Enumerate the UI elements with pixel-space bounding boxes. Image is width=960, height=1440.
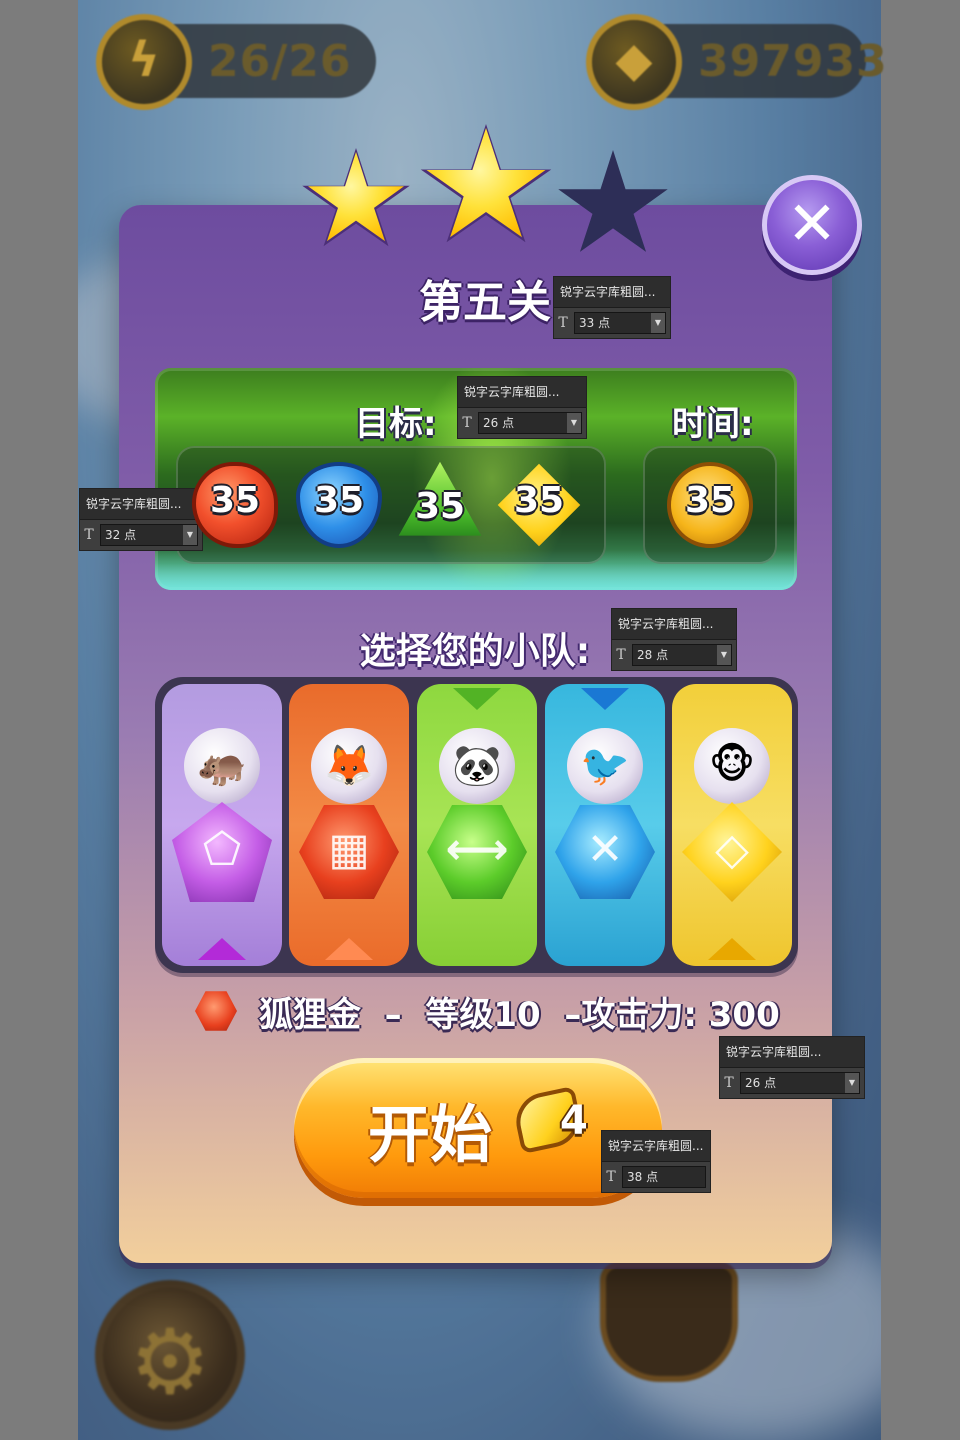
selected-pet-stats: 狐狸金 – 等级10 –攻击力: 300 (259, 994, 780, 1035)
cross-arrows-gem-icon: ✕ (555, 802, 655, 902)
font-tooltip: 锐字云字库粗圆... T 26 点 ▼ (719, 1036, 865, 1099)
goal-red-gem: 35 (192, 462, 278, 548)
goal-green-gem: 35 (397, 460, 483, 546)
dropdown-arrow-icon[interactable]: ▼ (567, 413, 581, 433)
text-tool-icon: T (724, 1075, 734, 1091)
font-tooltip: 锐字云字库粗圆... T 38 点 (601, 1130, 711, 1193)
text-tool-icon: T (616, 647, 626, 663)
team-slot-monkey[interactable]: 🐵 ◇ (672, 684, 792, 966)
goal-yellow-gem: 35 (496, 462, 582, 548)
text-tool-icon: T (606, 1169, 616, 1185)
slot-up-arrow-icon (708, 938, 756, 960)
team-slot-bird[interactable]: 🐦 ✕ (545, 684, 665, 966)
font-name: 锐字云字库粗圆... (458, 377, 586, 408)
font-name: 锐字云字库粗圆... (602, 1131, 710, 1162)
font-name: 锐字云字库粗圆... (720, 1037, 864, 1068)
diamond-gem-icon: ◇ (682, 802, 782, 902)
panda-avatar: 🐼 (439, 728, 515, 804)
gear-icon: ⚙ (129, 1310, 211, 1415)
energy-cost: 4 (560, 1098, 588, 1144)
dropdown-arrow-icon[interactable]: ▼ (845, 1073, 859, 1093)
energy-value: 26/26 (208, 36, 352, 87)
fox-avatar: 🦊 (311, 728, 387, 804)
font-name: 锐字云字库粗圆... (80, 489, 202, 520)
dropdown-arrow-icon[interactable]: ▼ (717, 645, 731, 665)
font-tooltip: 锐字云字库粗圆... T 33 点 ▼ (553, 276, 671, 339)
time-label: 时间: (672, 404, 754, 444)
close-icon: ✕ (786, 189, 838, 259)
settings-gear-button[interactable]: ⚙ (95, 1280, 245, 1430)
time-value-badge: 35 (667, 462, 753, 548)
font-size-field[interactable]: 32 点 ▼ (100, 524, 198, 546)
pentagon-gem-icon: ⬠ (172, 802, 272, 902)
grid-gem-icon: ▦ (299, 802, 399, 902)
slot-up-arrow-icon (198, 938, 246, 960)
slot-down-arrow-icon (581, 688, 629, 710)
font-size-field[interactable]: 26 点 ▼ (740, 1072, 860, 1094)
diamond-icon: ◆ (586, 14, 682, 110)
goal-label: 目标: (355, 404, 437, 444)
font-size-field[interactable]: 38 点 (622, 1166, 706, 1188)
team-select-label: 选择您的小队: (359, 631, 591, 672)
lightning-icon: ϟ (96, 14, 192, 110)
text-tool-icon: T (558, 315, 568, 331)
slot-down-arrow-icon (453, 688, 501, 710)
font-tooltip: 锐字云字库粗圆... T 26 点 ▼ (457, 376, 587, 439)
start-button-label: 开始 (368, 1098, 493, 1171)
bird-avatar: 🐦 (567, 728, 643, 804)
font-size-field[interactable]: 33 点 ▼ (574, 312, 666, 334)
font-tooltip: 锐字云字库粗圆... T 32 点 ▼ (79, 488, 203, 551)
font-name: 锐字云字库粗圆... (554, 277, 670, 308)
team-slot-fox[interactable]: 🦊 ▦ (289, 684, 409, 966)
font-size-field[interactable]: 28 点 ▼ (632, 644, 732, 666)
team-slot-hippo[interactable]: 🦛 ⬠ (162, 684, 282, 966)
arrows-horizontal-gem-icon: ⟷ (427, 802, 527, 902)
close-button[interactable]: ✕ (762, 175, 862, 275)
slot-up-arrow-icon (325, 938, 373, 960)
gem-counter: ◆ 397933 (586, 14, 887, 110)
energy-counter: ϟ 26/26 (96, 14, 376, 110)
goal-blue-gem: 35 (296, 462, 382, 548)
hippo-avatar: 🦛 (184, 728, 260, 804)
selected-pet-info: 狐狸金 – 等级10 –攻击力: 300 (195, 986, 780, 1036)
text-tool-icon: T (84, 527, 94, 543)
map-avatar-badge (600, 1262, 738, 1382)
text-tool-icon: T (462, 415, 472, 431)
gem-value: 397933 (698, 36, 888, 87)
team-slot-panda[interactable]: 🐼 ⟷ (417, 684, 537, 966)
dropdown-arrow-icon[interactable]: ▼ (651, 313, 665, 333)
font-tooltip: 锐字云字库粗圆... T 28 点 ▼ (611, 608, 737, 671)
monkey-avatar: 🐵 (694, 728, 770, 804)
grid-gem-icon (195, 991, 237, 1031)
font-name: 锐字云字库粗圆... (612, 609, 736, 640)
font-size-field[interactable]: 26 点 ▼ (478, 412, 582, 434)
